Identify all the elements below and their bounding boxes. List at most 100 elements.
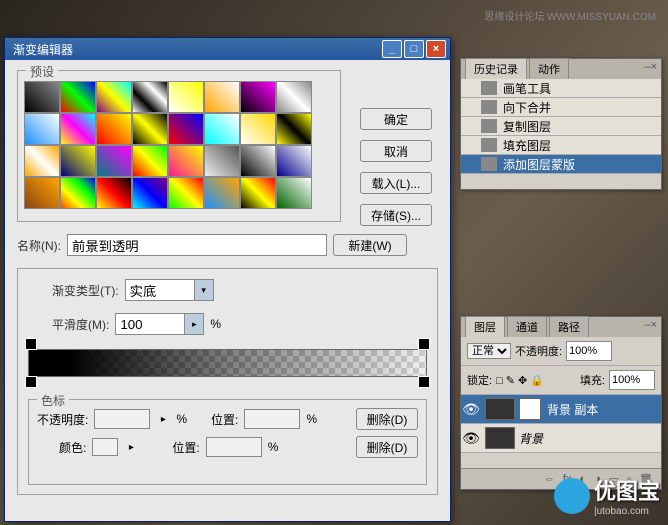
preset-swatch[interactable] xyxy=(96,113,132,145)
preset-swatch[interactable] xyxy=(60,113,96,145)
gradient-type-label: 渐变类型(T): xyxy=(52,282,119,299)
name-label: 名称(N): xyxy=(17,237,61,254)
layers-panel: –× 图层 通道 路径 正常 不透明度: 锁定: □ ✎ ✥ 🔒 填充: 👁背景… xyxy=(460,316,662,490)
visibility-icon[interactable]: 👁 xyxy=(461,401,481,418)
bird-icon xyxy=(554,478,590,514)
minimize-button[interactable]: _ xyxy=(382,40,402,58)
preset-swatch[interactable] xyxy=(96,145,132,177)
preset-swatch[interactable] xyxy=(24,177,60,209)
color-label: 颜色: xyxy=(59,439,86,456)
preset-swatch[interactable] xyxy=(132,113,168,145)
preset-swatch[interactable] xyxy=(132,177,168,209)
preset-swatch[interactable] xyxy=(240,177,276,209)
presets-label: 预设 xyxy=(26,63,58,80)
color-position-input[interactable] xyxy=(206,437,262,457)
opacity-stop-right[interactable] xyxy=(418,338,430,350)
preset-swatch[interactable] xyxy=(24,145,60,177)
cancel-button[interactable]: 取消 xyxy=(360,140,432,162)
preset-swatch[interactable] xyxy=(24,81,60,113)
history-item[interactable]: 向下合并 xyxy=(461,98,661,117)
preset-swatch[interactable] xyxy=(168,81,204,113)
opacity-label: 不透明度: xyxy=(515,343,562,359)
opacity-label: 不透明度: xyxy=(37,411,88,428)
maximize-button[interactable]: □ xyxy=(404,40,424,58)
preset-swatch[interactable] xyxy=(204,81,240,113)
history-item[interactable]: 画笔工具 xyxy=(461,79,661,98)
history-panel: –× 历史记录 动作 画笔工具向下合并复制图层填充图层添加图层蒙版 xyxy=(460,58,662,190)
preset-swatch[interactable] xyxy=(204,177,240,209)
history-item[interactable]: 填充图层 xyxy=(461,136,661,155)
opacity-stop-left[interactable] xyxy=(25,338,37,350)
delete-color-button[interactable]: 删除(D) xyxy=(356,436,418,458)
gradient-editor-dialog: 渐变编辑器 _ □ × 预设 确定 取消 载入(L)... 存储(S)... 名… xyxy=(4,37,451,522)
position-label: 位置: xyxy=(172,439,199,456)
preset-swatch[interactable] xyxy=(96,81,132,113)
color-stop-right[interactable] xyxy=(418,376,430,388)
preset-swatch[interactable] xyxy=(96,177,132,209)
smoothness-label: 平滑度(M): xyxy=(52,316,109,333)
color-swatch[interactable] xyxy=(92,438,118,456)
presets-group: 预设 xyxy=(17,70,341,222)
position-input[interactable] xyxy=(244,409,300,429)
opacity-input[interactable] xyxy=(94,409,150,429)
preset-swatch[interactable] xyxy=(168,145,204,177)
preset-swatch[interactable] xyxy=(276,145,312,177)
tab-channels[interactable]: 通道 xyxy=(507,316,547,337)
fill-label: 填充: xyxy=(580,372,605,388)
preset-swatch[interactable] xyxy=(276,81,312,113)
preset-swatch[interactable] xyxy=(132,81,168,113)
layer-fill-input[interactable] xyxy=(609,370,655,390)
watermark: 思缘设计论坛 WWW.MISSYUAN.COM xyxy=(484,8,656,23)
load-button[interactable]: 载入(L)... xyxy=(360,172,432,194)
layer-opacity-input[interactable] xyxy=(566,341,612,361)
close-button[interactable]: × xyxy=(426,40,446,58)
color-stops-group: 色标 不透明度: ▸ % 位置: % 删除(D) 颜色: ▸ 位置: % 删除(… xyxy=(28,399,427,485)
smoothness-input[interactable]: ▸ xyxy=(115,313,204,335)
layer-row[interactable]: 👁背景 xyxy=(461,424,661,453)
tab-paths[interactable]: 路径 xyxy=(549,316,589,337)
preset-swatch[interactable] xyxy=(276,113,312,145)
preset-swatch[interactable] xyxy=(60,145,96,177)
lock-icons[interactable]: □ ✎ ✥ 🔒 xyxy=(496,374,544,387)
percent-label: % xyxy=(210,317,221,331)
preset-swatch[interactable] xyxy=(168,113,204,145)
preset-swatch[interactable] xyxy=(204,113,240,145)
chevron-down-icon[interactable]: ▾ xyxy=(195,279,214,301)
gradient-bar[interactable] xyxy=(28,349,427,377)
chevron-right-icon[interactable]: ▸ xyxy=(185,313,204,335)
tab-actions[interactable]: 动作 xyxy=(529,58,569,79)
preset-swatch[interactable] xyxy=(240,113,276,145)
preset-swatch[interactable] xyxy=(24,113,60,145)
blend-mode-select[interactable]: 正常 xyxy=(467,343,511,359)
color-stop-left[interactable] xyxy=(25,376,37,388)
preset-swatch[interactable] xyxy=(240,81,276,113)
visibility-icon[interactable]: 👁 xyxy=(461,430,481,447)
gradient-section: 渐变类型(T): ▾ 平滑度(M): ▸ % xyxy=(17,268,438,495)
ok-button[interactable]: 确定 xyxy=(360,108,432,130)
panel-close-icon[interactable]: –× xyxy=(644,61,657,73)
lock-label: 锁定: xyxy=(467,372,492,388)
tab-history[interactable]: 历史记录 xyxy=(465,58,527,79)
new-button[interactable]: 新建(W) xyxy=(333,234,407,256)
preset-swatch[interactable] xyxy=(276,177,312,209)
save-button[interactable]: 存储(S)... xyxy=(360,204,432,226)
colorstops-legend: 色标 xyxy=(37,392,69,409)
position-label: 位置: xyxy=(211,411,238,428)
gradient-type-combo[interactable]: ▾ xyxy=(125,279,214,301)
history-item[interactable]: 复制图层 xyxy=(461,117,661,136)
tab-layers[interactable]: 图层 xyxy=(465,316,505,337)
preset-swatch[interactable] xyxy=(60,81,96,113)
dialog-title: 渐变编辑器 xyxy=(9,41,380,58)
layer-row[interactable]: 👁背景 副本 xyxy=(461,395,661,424)
preset-swatch[interactable] xyxy=(168,177,204,209)
delete-opacity-button[interactable]: 删除(D) xyxy=(356,408,418,430)
panel-close-icon[interactable]: –× xyxy=(644,319,657,331)
preset-swatch[interactable] xyxy=(240,145,276,177)
name-input[interactable] xyxy=(67,234,327,256)
titlebar[interactable]: 渐变编辑器 _ □ × xyxy=(5,38,450,60)
watermark-logo: 优图宝 |utobao.com xyxy=(554,474,660,517)
history-item[interactable]: 添加图层蒙版 xyxy=(461,155,661,174)
preset-swatch[interactable] xyxy=(132,145,168,177)
preset-swatch[interactable] xyxy=(60,177,96,209)
preset-swatch[interactable] xyxy=(204,145,240,177)
